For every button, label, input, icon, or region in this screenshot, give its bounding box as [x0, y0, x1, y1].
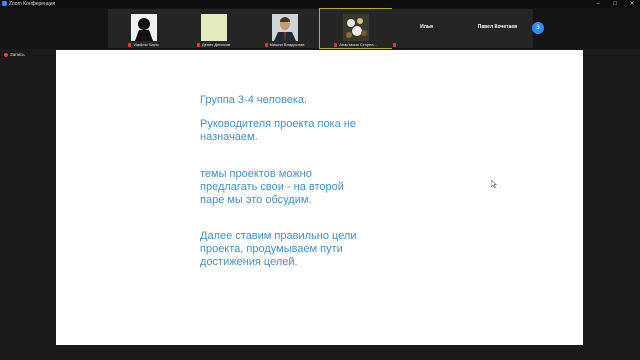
close-button[interactable]: ✕	[626, 0, 638, 8]
slide-paragraph: Руководителя проекта пока не назначаем.	[200, 118, 356, 143]
participant-name: Мишин Владислав	[269, 42, 305, 47]
maximize-button[interactable]: □	[609, 0, 621, 8]
muted-mic-icon	[393, 42, 396, 47]
window-title: Zoom Конференция	[9, 1, 56, 7]
avatar	[200, 14, 227, 41]
participant-name: Денис Денисов	[201, 42, 231, 47]
recording-indicator[interactable]: Запись	[4, 52, 25, 57]
slide-paragraph: Далее ставим правильно цели проекта, про…	[200, 230, 357, 268]
participant-name: Анастасия Старел...	[339, 42, 377, 47]
muted-mic-icon	[264, 42, 268, 47]
avatar	[130, 14, 157, 41]
participant-tile[interactable]: Илья	[391, 9, 462, 48]
next-page-button[interactable]: 3	[532, 22, 544, 34]
zoom-logo-icon	[2, 1, 7, 6]
mouse-pointer-icon	[491, 180, 497, 188]
slide-paragraph: темы проектов можно предлагать свои - на…	[200, 168, 344, 206]
slide-paragraph: Группа 3-4 человека.	[200, 94, 308, 106]
muted-mic-icon	[128, 42, 132, 47]
avatar	[342, 14, 369, 41]
muted-mic-icon	[334, 42, 338, 47]
participant-tile[interactable]: Денис Денисов	[178, 9, 249, 48]
record-icon	[4, 52, 8, 57]
participant-name: Павел Кочетаев	[477, 24, 518, 30]
title-bar: Zoom Конференция – □ ✕	[0, 0, 640, 8]
recording-label: Запись	[10, 52, 25, 57]
participant-name: Vladimir Savic	[133, 42, 159, 47]
shared-screen: Группа 3-4 человека. Руководителя проект…	[56, 50, 583, 345]
participant-name: Илья	[420, 24, 433, 30]
participant-tile[interactable]: Мишин Владислав	[249, 9, 320, 48]
muted-mic-icon	[196, 42, 200, 47]
participant-tile[interactable]: Павел Кочетаев	[462, 9, 533, 48]
avatar	[271, 14, 298, 41]
participant-tile-active-speaker[interactable]: Анастасия Старел...	[319, 8, 392, 49]
participant-tile[interactable]: Vladimir Savic	[108, 9, 179, 48]
minimize-button[interactable]: –	[592, 0, 604, 8]
